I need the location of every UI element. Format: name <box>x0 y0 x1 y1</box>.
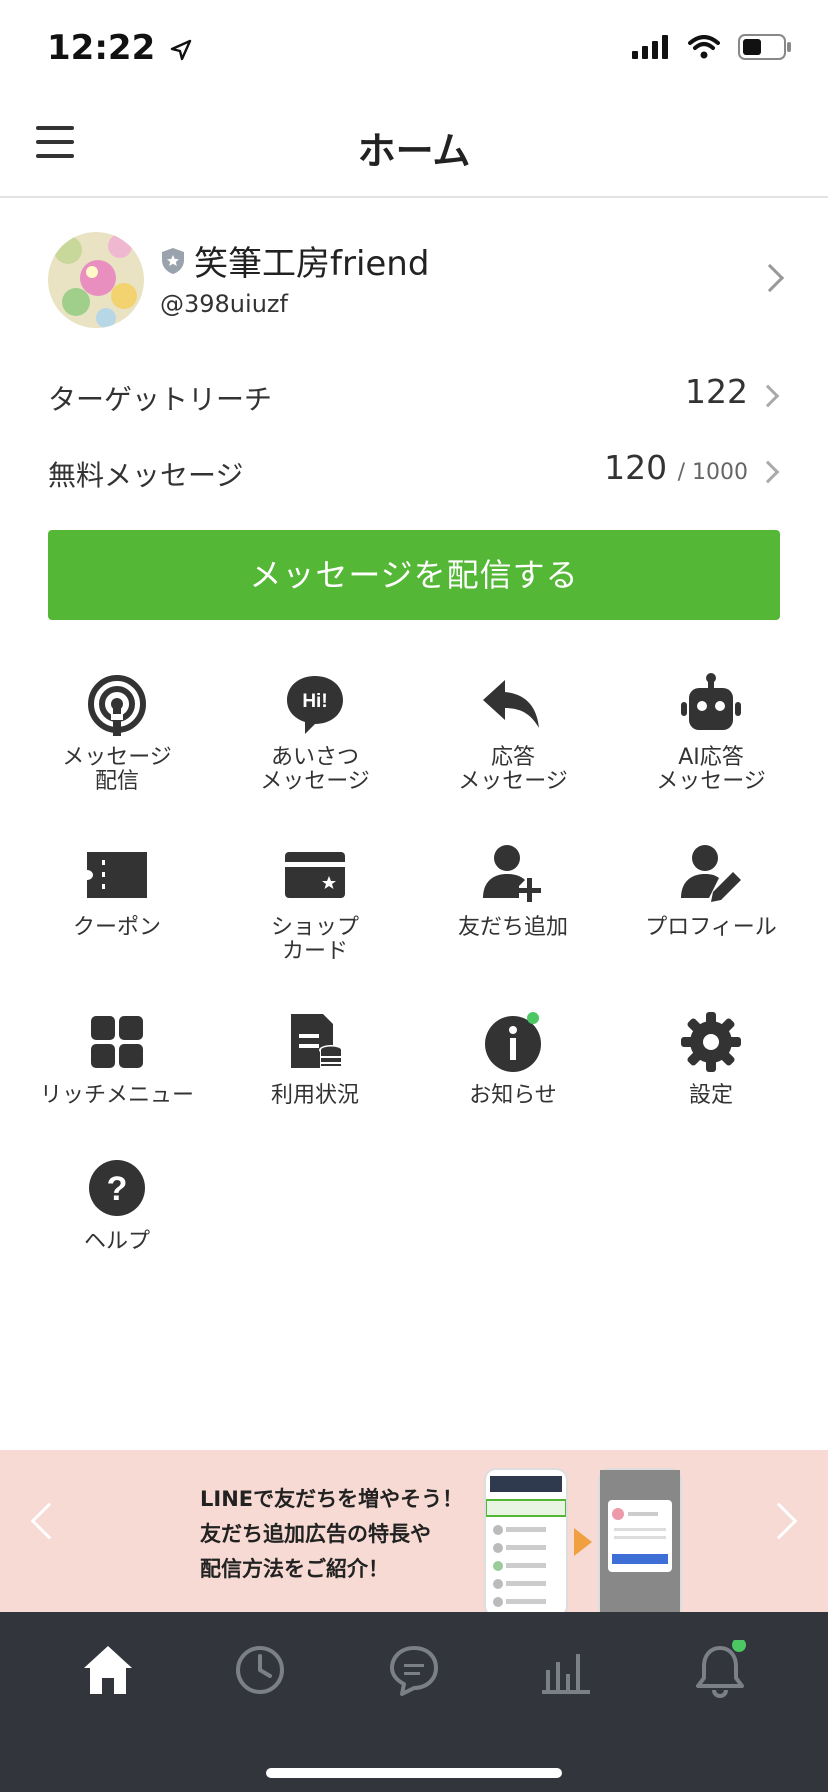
wifi-icon <box>688 35 720 59</box>
screen: 12:22 ホーム 笑筆工房friend @398uiuzf ターゲットリーチ … <box>0 0 828 1792</box>
banner-phone-image <box>598 1468 682 1612</box>
svg-text:Hi!: Hi! <box>302 691 327 712</box>
avatar <box>48 232 144 328</box>
menu-item-reply[interactable]: 応答 メッセージ <box>414 672 612 794</box>
free-message-value: 120 / 1000 <box>604 448 748 487</box>
account-id: @398uiuzf <box>160 290 288 318</box>
banner-text: LINEで友だちを増やそう！ 友だち追加広告の特長や 配信方法をご紹介！ <box>200 1487 464 1581</box>
banner-phone-image <box>484 1468 568 1612</box>
menu-item-label: 利用状況 <box>270 1083 359 1108</box>
signal-icon <box>632 35 668 59</box>
shop-card-icon <box>283 842 347 906</box>
menu-item-label: リッチメニュー <box>39 1083 194 1108</box>
menu-item-label: メッセージ 配信 <box>62 745 172 794</box>
menu-item-notice[interactable]: お知らせ <box>414 1010 612 1108</box>
menu-item-label: プロフィール <box>645 915 777 940</box>
profile-edit-icon <box>679 842 743 906</box>
account-profile[interactable]: 笑筆工房friend @398uiuzf <box>0 198 828 356</box>
menu-item-greeting[interactable]: Hi! あいさつ メッセージ <box>216 672 414 794</box>
banner-next-arrow[interactable] <box>760 1502 798 1540</box>
free-message-row[interactable]: 無料メッセージ 120 / 1000 <box>48 444 780 504</box>
broadcast-icon <box>85 672 149 736</box>
menu-item-shop-card[interactable]: ショップ カード <box>216 842 414 964</box>
menu-item-label: クーポン <box>72 915 161 940</box>
hi-bubble-icon: Hi! <box>283 672 347 736</box>
menu-item-label: ショップ カード <box>270 915 359 964</box>
menu-item-label: あいさつ メッセージ <box>260 745 370 794</box>
account-name: 笑筆工房friend <box>194 244 430 284</box>
menu-item-label: ヘルプ <box>83 1229 150 1254</box>
reply-icon <box>481 672 545 736</box>
menu-item-rich-menu[interactable]: リッチメニュー <box>18 1010 216 1108</box>
home-indicator <box>266 1768 562 1778</box>
menu-item-broadcast[interactable]: メッセージ 配信 <box>18 672 216 794</box>
menu-item-label: お知らせ <box>469 1083 557 1108</box>
verified-shield-icon <box>162 247 184 274</box>
usage-icon <box>283 1010 347 1074</box>
rich-menu-icon <box>85 1010 149 1074</box>
menu-item-usage[interactable]: 利用状況 <box>216 1010 414 1108</box>
page-title: ホーム <box>357 129 471 173</box>
menu-item-label: 応答 メッセージ <box>458 745 568 794</box>
target-reach-label: ターゲットリーチ <box>48 383 273 416</box>
tab-analytics-chart-icon[interactable] <box>536 1640 596 1700</box>
coupon-icon <box>85 842 149 906</box>
help-icon: ? <box>85 1156 149 1220</box>
menu-item-label: 友だち追加 <box>457 915 568 940</box>
location-arrow-icon <box>170 39 192 60</box>
status-indicators <box>632 34 792 60</box>
free-message-label: 無料メッセージ <box>48 459 244 492</box>
send-message-button[interactable]: メッセージを配信する <box>48 530 780 620</box>
banner-play-arrow-icon <box>574 1528 592 1556</box>
menu-item-coupon[interactable]: クーポン <box>18 842 216 940</box>
tab-home-icon[interactable] <box>78 1640 138 1700</box>
svg-text:?: ? <box>107 1170 128 1208</box>
robot-icon <box>679 672 743 736</box>
menu-item-label: 設定 <box>688 1083 733 1108</box>
header: ホーム <box>0 100 828 198</box>
menu-item-settings[interactable]: 設定 <box>612 1010 810 1108</box>
profile-name-row: 笑筆工房friend <box>160 236 429 285</box>
gear-icon <box>679 1010 743 1074</box>
menu-item-label: AI応答 メッセージ <box>656 745 766 794</box>
promo-banner[interactable]: LINEで友だちを増やそう！ 友だち追加広告の特長や 配信方法をご紹介！ <box>0 1450 828 1612</box>
add-friend-icon <box>481 842 545 906</box>
bottom-tab-bar <box>0 1612 828 1792</box>
chevron-right-icon <box>756 384 780 408</box>
tab-notifications-bell-icon[interactable] <box>690 1638 750 1700</box>
info-icon <box>481 1010 545 1074</box>
chevron-right-icon <box>756 460 780 484</box>
status-time: 12:22 <box>47 28 193 68</box>
chevron-right-icon <box>755 263 785 293</box>
banner-prev-arrow[interactable] <box>30 1502 68 1540</box>
target-reach-value: 122 <box>685 372 748 411</box>
menu-item-ai-reply[interactable]: AI応答 メッセージ <box>612 672 810 794</box>
status-bar: 12:22 <box>0 0 828 100</box>
target-reach-row[interactable]: ターゲットリーチ 122 <box>48 368 780 428</box>
menu-item-profile[interactable]: プロフィール <box>612 842 810 940</box>
menu-item-help[interactable]: ? ヘルプ <box>18 1156 216 1254</box>
battery-icon <box>738 34 791 60</box>
tab-timeline-clock-icon[interactable] <box>230 1640 290 1700</box>
free-message-limit: / 1000 <box>677 460 748 485</box>
tab-chat-icon[interactable] <box>384 1640 444 1700</box>
menu-item-add-friend[interactable]: 友だち追加 <box>414 842 612 940</box>
